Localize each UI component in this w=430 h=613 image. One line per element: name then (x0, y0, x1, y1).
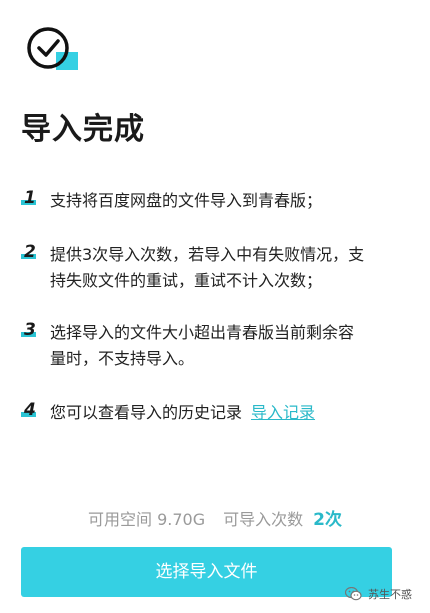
item-text-line: 提供3次导入次数，若导入中有失败情况，支 (50, 245, 365, 264)
select-import-file-button[interactable]: 选择导入文件 (21, 547, 392, 597)
item-text-line: 量时，不支持导入。 (50, 349, 195, 368)
item-number: 4 (20, 400, 40, 423)
item-number-digit: 3 (24, 320, 36, 340)
item-text: 提供3次导入次数，若导入中有失败情况，支 持失败文件的重试，重试不计入次数； (50, 242, 400, 294)
count-label: 可导入次数 (223, 510, 304, 529)
page-title: 导入完成 (21, 112, 145, 147)
import-info: 可用空间 9.70G 可导入次数 2次 (0, 507, 430, 533)
watermark: 苏生不惑 (345, 586, 412, 602)
item-number-digit: 2 (24, 242, 36, 262)
item-number: 2 (20, 242, 40, 265)
watermark-text: 苏生不惑 (368, 588, 412, 601)
item-number-digit: 1 (24, 188, 36, 208)
space-label: 可用空间 (88, 510, 153, 529)
item-number: 3 (20, 320, 40, 343)
item-text: 选择导入的文件大小超出青春版当前剩余容 量时，不支持导入。 (50, 320, 400, 372)
import-history-link[interactable]: 导入记录 (251, 403, 315, 422)
item-number-digit: 4 (24, 400, 36, 420)
item-number: 1 (20, 188, 40, 211)
item-text-line: 持失败文件的重试，重试不计入次数； (50, 271, 323, 290)
item-text-line: 选择导入的文件大小超出青春版当前剩余容 (50, 323, 355, 342)
check-circle-icon (26, 27, 78, 71)
item-text-line: 您可以查看导入的历史记录 (50, 403, 243, 422)
item-text: 您可以查看导入的历史记录 导入记录 (50, 400, 400, 426)
space-value: 9.70G (157, 510, 206, 529)
item-text: 支持将百度网盘的文件导入到青春版； (50, 188, 400, 214)
count-value: 2次 (313, 510, 342, 530)
item-text-line: 支持将百度网盘的文件导入到青春版； (50, 191, 323, 210)
wechat-icon (345, 587, 362, 601)
